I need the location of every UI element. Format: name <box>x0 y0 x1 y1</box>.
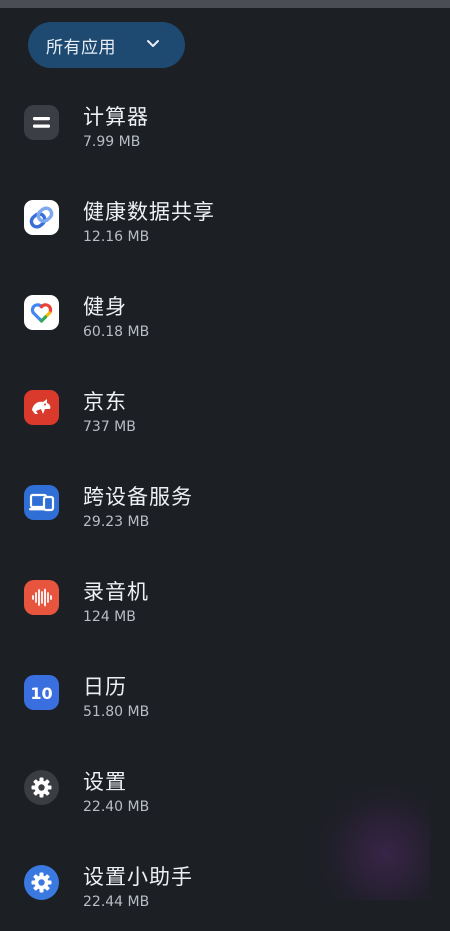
app-name: 设置 <box>83 770 127 794</box>
status-bar-strip <box>0 0 450 8</box>
chevron-down-icon <box>147 40 159 47</box>
app-size: 7.99 MB <box>83 134 141 150</box>
app-name: 计算器 <box>83 105 149 129</box>
filter-label: 所有应用 <box>46 37 116 58</box>
app-size: 60.18 MB <box>83 324 150 340</box>
health-connect-icon <box>24 200 59 235</box>
settings-gear-icon <box>24 770 59 805</box>
app-size: 51.80 MB <box>83 704 150 720</box>
app-size: 737 MB <box>83 419 136 435</box>
list-item-settings[interactable]: 设置 22.40 MB <box>0 741 450 836</box>
app-name: 日历 <box>83 675 127 699</box>
settings-helper-icon <box>24 865 59 900</box>
list-item-health-connect[interactable]: 健康数据共享 12.16 MB <box>0 171 450 266</box>
app-name: 跨设备服务 <box>83 485 193 509</box>
list-item-calendar[interactable]: 10 日历 51.80 MB <box>0 646 450 741</box>
recorder-icon <box>24 580 59 615</box>
app-name: 录音机 <box>83 580 149 604</box>
fit-heart-icon <box>24 295 59 330</box>
app-name: 京东 <box>83 390 127 414</box>
list-item-recorder[interactable]: 录音机 124 MB <box>0 551 450 646</box>
app-name: 健身 <box>83 295 127 319</box>
app-list: 计算器 7.99 MB 健康数据共享 12.16 MB 健身 60.18 MB … <box>0 76 450 931</box>
app-size: 124 MB <box>83 609 136 625</box>
jd-dog-icon <box>24 390 59 425</box>
app-size: 12.16 MB <box>83 229 150 245</box>
app-name: 健康数据共享 <box>83 200 215 224</box>
calendar-icon: 10 <box>24 675 59 710</box>
list-item-settings-helper[interactable]: 设置小助手 22.44 MB <box>0 836 450 931</box>
app-filter-dropdown[interactable]: 所有应用 <box>28 22 185 68</box>
list-item-calculator[interactable]: 计算器 7.99 MB <box>0 76 450 171</box>
calculator-icon <box>24 105 59 140</box>
list-item-fit[interactable]: 健身 60.18 MB <box>0 266 450 361</box>
app-size: 22.44 MB <box>83 894 150 910</box>
app-name: 设置小助手 <box>83 865 193 889</box>
app-size: 22.40 MB <box>83 799 150 815</box>
cross-device-icon <box>24 485 59 520</box>
app-size: 29.23 MB <box>83 514 150 530</box>
calendar-day-number: 10 <box>30 684 52 703</box>
list-item-cross-device[interactable]: 跨设备服务 29.23 MB <box>0 456 450 551</box>
list-item-jd[interactable]: 京东 737 MB <box>0 361 450 456</box>
